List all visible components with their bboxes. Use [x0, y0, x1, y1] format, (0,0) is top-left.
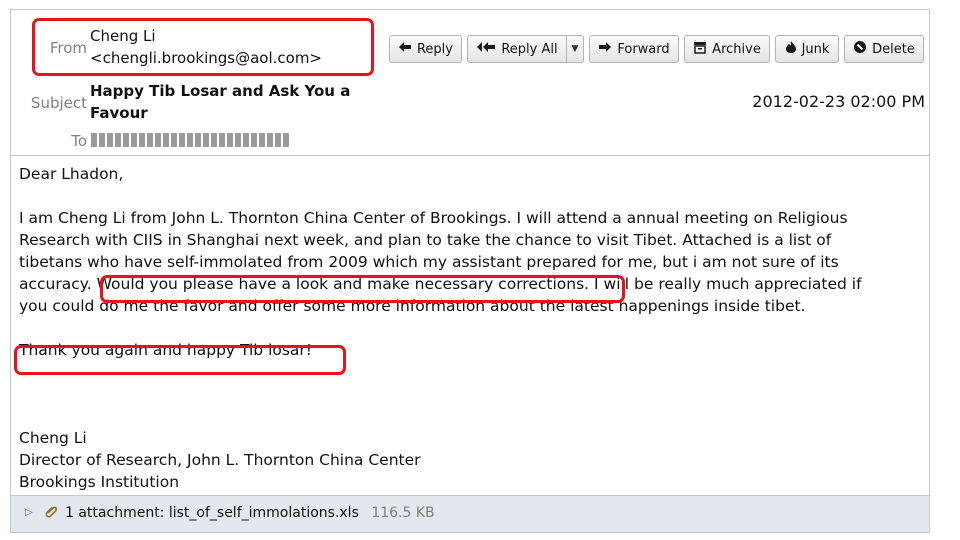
body-line: tibetans who have self-immolated from 20… — [19, 253, 839, 271]
thanks-highlight-box — [14, 345, 346, 375]
message-header: From Cheng Li <chengli.brookings@aol.com… — [11, 10, 929, 156]
redacted-recipient — [91, 133, 289, 147]
reply-arrow-icon — [398, 41, 412, 57]
subject-text: Happy Tib Losar and Ask You a Favour — [90, 82, 351, 122]
reply-button[interactable]: Reply — [389, 35, 462, 63]
reply-all-icon — [476, 41, 496, 57]
attachment-size: 116.5 KB — [371, 505, 435, 521]
message-body: Dear Lhadon, I am Cheng Li from John L. … — [19, 163, 919, 493]
reply-all-dropdown[interactable]: ▼ — [566, 35, 584, 63]
archive-label: Archive — [712, 41, 761, 57]
to-label: To — [71, 132, 87, 150]
body-text: accuracy. — [19, 275, 92, 293]
paperclip-icon — [45, 504, 59, 522]
flame-icon — [785, 40, 797, 58]
junk-label: Junk — [801, 41, 830, 57]
signature-org: Brookings Institution — [19, 473, 180, 491]
attachment-bar[interactable]: ▷ 1 attachment: list_of_self_immolations… — [11, 495, 929, 532]
body-text: I will be really much appreciated if — [594, 275, 862, 293]
chevron-down-icon: ▼ — [571, 44, 579, 54]
body-line: I am Cheng Li from John L. Thornton Chin… — [19, 209, 848, 227]
email-message-pane: From Cheng Li <chengli.brookings@aol.com… — [10, 9, 930, 533]
reply-all-button[interactable]: Reply All — [467, 35, 567, 63]
delete-label: Delete — [872, 41, 915, 57]
archive-button[interactable]: Archive — [684, 35, 770, 63]
forward-arrow-icon — [598, 41, 612, 57]
subject-label: Subject — [30, 94, 87, 112]
signature-name: Cheng Li — [19, 429, 87, 447]
signature-title: Director of Research, John L. Thornton C… — [19, 451, 421, 469]
junk-button[interactable]: Junk — [775, 35, 839, 63]
delete-button[interactable]: Delete — [844, 35, 924, 63]
greeting: Dear Lhadon, — [19, 165, 124, 183]
forward-button[interactable]: Forward — [589, 35, 679, 63]
attachment-label: 1 attachment: list_of_self_immolations.x… — [65, 505, 359, 521]
reply-all-label: Reply All — [501, 41, 558, 57]
sender-highlight-box — [32, 18, 374, 76]
reply-label: Reply — [416, 41, 453, 57]
archive-box-icon — [693, 41, 707, 58]
forward-label: Forward — [617, 41, 670, 57]
request-highlight-box — [100, 275, 625, 303]
expand-triangle-icon[interactable]: ▷ — [25, 507, 33, 518]
body-line: Research with CIIS in Shanghai next week… — [19, 231, 832, 249]
no-entry-icon — [853, 40, 867, 58]
message-date: 2012-02-23 02:00 PM — [752, 92, 925, 111]
attachment-info[interactable]: 1 attachment: list_of_self_immolations.x… — [65, 505, 435, 521]
